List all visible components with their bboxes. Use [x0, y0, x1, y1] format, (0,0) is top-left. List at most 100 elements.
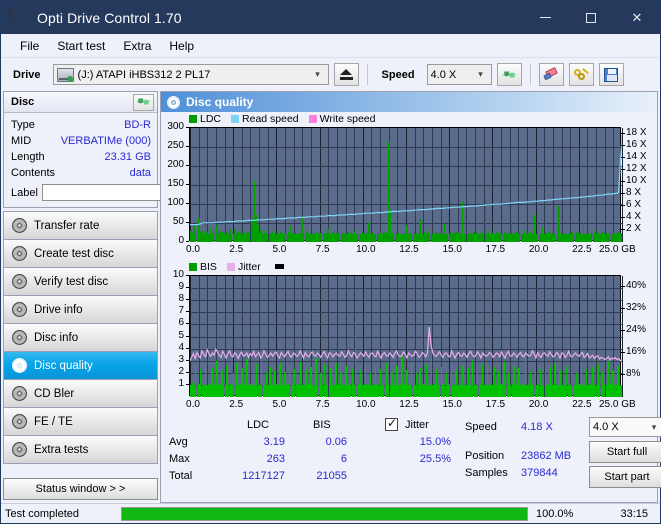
ldc-plot-area[interactable]: 0 50 100 150 200 250 300 2 X4 X6 X8 X 10 X 12 X 14…	[161, 121, 657, 257]
plot-background	[189, 275, 623, 397]
disc-row-value: BD-R	[124, 119, 151, 131]
sidebar-item-create-test-disc[interactable]: Create test disc	[4, 240, 157, 268]
sidebar-item-label: Drive info	[34, 303, 83, 316]
y-axis-tick	[186, 335, 189, 337]
jitter-checkbox[interactable]	[385, 416, 398, 431]
left-sidebar: Disc Type BD-R MID VERBATIMe (000) Lengt…	[3, 91, 244, 503]
menu-item-help[interactable]: Help	[160, 37, 203, 55]
start-part-button[interactable]: Start part	[589, 466, 661, 488]
sidebar-item-disc-info[interactable]: Disc info	[4, 324, 157, 352]
disc-icon	[12, 442, 27, 457]
chevron-down-icon: ▾	[478, 69, 483, 79]
y-axis-tick	[186, 127, 189, 128]
test-speed-value: 4.0 X	[593, 421, 619, 433]
sidebar-item-drive-info[interactable]: Drive info	[4, 296, 157, 324]
sidebar-item-label: FE / TE	[34, 415, 73, 428]
y-axis-tick	[186, 323, 189, 325]
sidebar-item-label: Transfer rate	[34, 219, 100, 232]
disc-refresh-button[interactable]	[133, 93, 154, 111]
maximize-button[interactable]	[568, 1, 614, 34]
save-button[interactable]	[598, 63, 624, 86]
drive-select[interactable]: (J:) ATAPI iHBS312 2 PL17 ▾	[52, 64, 329, 85]
disc-row-value: data	[129, 167, 151, 179]
disc-row-value: 23.31 GB	[104, 151, 151, 163]
disc-icon	[12, 218, 27, 233]
y2-axis-tick	[621, 133, 625, 134]
y-axis-tick-label: 200	[167, 159, 184, 170]
speed-select[interactable]: 4.0 X ▾	[426, 64, 492, 85]
y2-axis-tick	[621, 181, 625, 182]
speed-select-value: 4.0 X	[430, 68, 457, 81]
refresh-button[interactable]	[496, 63, 522, 86]
bis-plot-area[interactable]: 1 2 3 4 5 6 7 8 9 10 8% 16% 24% 32% 40% 0.0 2.5 5.0 7.5 10.…	[161, 269, 657, 412]
legend-item-bis: BIS	[189, 261, 217, 273]
page-title: Disc quality	[186, 95, 254, 109]
y-axis-tick-label: 5	[178, 329, 184, 341]
y-axis-tick-label: 8	[178, 293, 184, 305]
y-axis-tick	[186, 184, 189, 185]
y-axis-tick	[186, 383, 189, 385]
sidebar-item-verify-test-disc[interactable]: Verify test disc	[4, 268, 157, 296]
disc-icon	[12, 302, 27, 317]
start-full-button[interactable]: Start full	[589, 441, 661, 463]
status-text: Test completed	[5, 507, 79, 520]
legend-label: BIS	[200, 260, 217, 273]
disc-quality-panel: Disc quality LDC Read speed Write speed	[160, 91, 661, 503]
status-window-button[interactable]: Status window > >	[3, 478, 158, 500]
progress-bar	[121, 506, 528, 521]
main-content: Disc Type BD-R MID VERBATIMe (000) Lengt…	[1, 91, 661, 503]
x-axis-tick-label: 17.5	[485, 399, 506, 410]
sidebar-item-fe-te[interactable]: FE / TE	[4, 408, 157, 436]
disc-panel-body: Type BD-R MID VERBATIMe (000) Length 23.…	[4, 113, 244, 207]
disc-quality-icon	[167, 95, 180, 109]
y2-axis-tick-label: 18 X	[626, 127, 647, 138]
disc-row-contents: Contents data	[11, 165, 151, 181]
eject-button[interactable]	[333, 63, 359, 86]
sidebar-item-extra-tests[interactable]: Extra tests	[4, 436, 157, 464]
stats-max-jitter: 25.5%	[419, 453, 451, 465]
disc-icon	[12, 330, 27, 345]
status-bar: Test completed 100.0% 33:15	[1, 503, 660, 523]
y2-axis-tick	[621, 157, 625, 158]
legend-label: LDC	[200, 112, 222, 125]
x-axis-tick-label: 10.0	[356, 244, 376, 255]
sidebar-item-transfer-rate[interactable]: Transfer rate	[4, 212, 157, 240]
x-axis-tick-label: 2.5	[229, 399, 244, 410]
menu-item-extra[interactable]: Extra	[114, 37, 160, 55]
minimize-button[interactable]	[522, 1, 568, 34]
sidebar-item-disc-quality[interactable]: Disc quality	[4, 352, 157, 380]
stats-row-label-total: Total	[169, 470, 193, 482]
position-label: Position	[465, 450, 505, 462]
y-axis-tick	[186, 347, 189, 349]
speed-label: Speed	[381, 68, 415, 81]
disc-row-key: Type	[11, 119, 35, 131]
x-axis-tick-label: 5.0	[272, 244, 287, 255]
x-axis-tick-label: 0.0	[186, 399, 200, 410]
y-axis-tick	[186, 371, 189, 373]
samples-value: 379844	[521, 467, 558, 479]
close-icon[interactable]: ✕	[614, 1, 660, 34]
line-series-jitter	[190, 326, 622, 362]
y2-axis-tick-label: 40%	[626, 280, 647, 291]
eject-icon	[339, 69, 353, 80]
disc-row-key: MID	[11, 135, 32, 147]
drive-icon	[56, 67, 74, 82]
menu-item-start-test[interactable]: Start test	[48, 37, 114, 55]
position-value: 23862 MB	[521, 450, 572, 462]
sidebar-item-label: Create test disc	[34, 247, 114, 260]
y-axis-tick	[186, 299, 189, 301]
sidebar-item-cd-bler[interactable]: CD Bler	[4, 380, 157, 408]
menu-item-file[interactable]: File	[11, 37, 48, 55]
keys-button[interactable]	[568, 63, 594, 86]
jitter-label: Jitter	[405, 419, 429, 431]
test-speed-select[interactable]: 4.0 X ▾	[589, 417, 661, 437]
toolbar: Drive (J:) ATAPI iHBS312 2 PL17 ▾ Speed …	[1, 58, 660, 91]
y2-axis-tick-label: 12 X	[626, 163, 647, 174]
y2-axis-tick-label: 10 X	[626, 175, 647, 186]
stats-max-ldc: 263	[266, 453, 285, 465]
erase-button[interactable]	[538, 63, 564, 86]
legend-item-jitter: Jitter	[226, 261, 261, 273]
legend-swatch	[189, 114, 197, 123]
y-axis-tick	[186, 165, 189, 166]
disc-panel-title: Disc	[11, 96, 35, 108]
